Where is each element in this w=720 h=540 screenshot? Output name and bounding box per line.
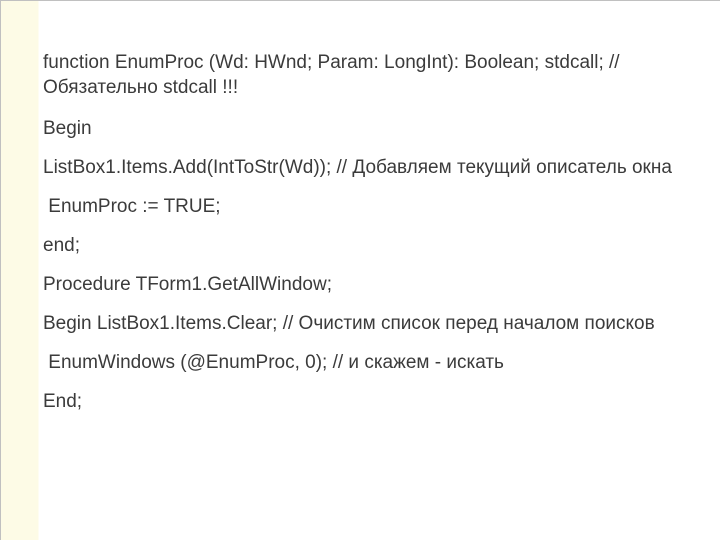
code-line: EnumWindows (@EnumProc, 0); // и скажем …: [43, 344, 690, 383]
code-line: EnumProc := TRUE;: [43, 188, 690, 227]
code-document: function EnumProc (Wd: HWnd; Param: Long…: [0, 0, 720, 540]
code-line: Begin: [43, 110, 690, 149]
code-line: End;: [43, 383, 690, 422]
code-line: function EnumProc (Wd: HWnd; Param: Long…: [43, 51, 690, 100]
code-line: Begin ListBox1.Items.Clear; // Очистим с…: [43, 305, 690, 344]
code-line: ListBox1.Items.Add(IntToStr(Wd)); // Доб…: [43, 149, 690, 188]
code-line: Procedure TForm1.GetAllWindow;: [43, 266, 690, 305]
code-line: end;: [43, 227, 690, 266]
